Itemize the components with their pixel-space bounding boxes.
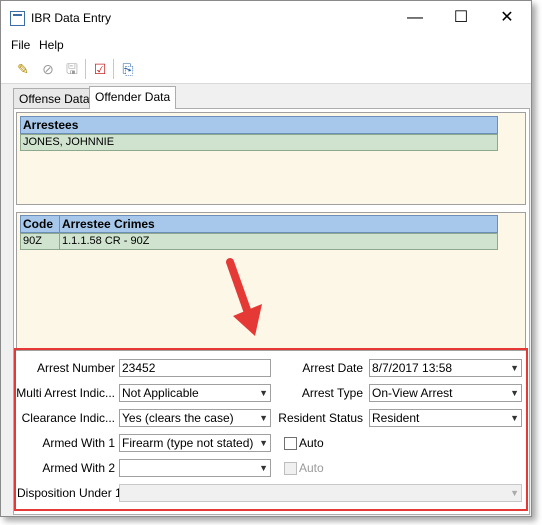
arrest-type-select[interactable]: On-View Arrest ▼ <box>369 384 522 402</box>
multi-arrest-select[interactable]: Not Applicable ▼ <box>119 384 271 402</box>
tab-offender-data[interactable]: Offender Data <box>89 86 177 109</box>
auto-1-label: Auto <box>299 436 324 450</box>
chevron-down-icon: ▼ <box>259 413 268 423</box>
chevron-down-icon: ▼ <box>259 463 268 473</box>
multi-arrest-label: Multi Arrest Indic... <box>16 386 115 400</box>
red-arrow-annotation <box>226 258 262 336</box>
clearance-select[interactable]: Yes (clears the case) ▼ <box>119 409 271 427</box>
multi-arrest-value: Not Applicable <box>122 386 199 400</box>
resident-status-select[interactable]: Resident ▼ <box>369 409 522 427</box>
chevron-down-icon: ▼ <box>510 388 519 398</box>
resident-status-label: Resident Status <box>278 411 363 425</box>
auto-1-checkbox[interactable] <box>284 437 297 450</box>
chevron-down-icon: ▼ <box>259 438 268 448</box>
auto-2-label: Auto <box>299 461 324 475</box>
disposition-select[interactable]: ▼ <box>119 484 522 502</box>
arrest-date-picker[interactable]: 8/7/2017 13:58 ▼ <box>369 359 522 377</box>
clearance-label: Clearance Indic... <box>21 411 115 425</box>
resident-status-value: Resident <box>372 411 420 425</box>
disposition-label: Disposition Under 18 <box>17 486 129 500</box>
arrest-type-value: On-View Arrest <box>372 386 453 400</box>
arrest-date-label: Arrest Date <box>302 361 363 375</box>
chevron-down-icon: ▼ <box>510 413 519 423</box>
chevron-down-icon: ▼ <box>510 488 519 498</box>
chevron-down-icon: ▼ <box>510 363 519 373</box>
arrest-number-label: Arrest Number <box>36 361 115 375</box>
arrest-number-field[interactable]: 23452 <box>119 359 271 377</box>
armed-with-1-value: Firearm (type not stated) <box>122 436 254 450</box>
arrest-type-label: Arrest Type <box>301 386 363 400</box>
arrest-date-value: 8/7/2017 13:58 <box>372 361 453 375</box>
chevron-down-icon: ▼ <box>259 388 268 398</box>
armed-with-2-label: Armed With 2 <box>42 461 115 475</box>
armed-with-1-select[interactable]: Firearm (type not stated) ▼ <box>119 434 271 452</box>
armed-with-1-label: Armed With 1 <box>42 436 115 450</box>
armed-with-2-select[interactable]: ▼ <box>119 459 271 477</box>
auto-2-checkbox[interactable] <box>284 462 297 475</box>
clearance-value: Yes (clears the case) <box>122 411 234 425</box>
